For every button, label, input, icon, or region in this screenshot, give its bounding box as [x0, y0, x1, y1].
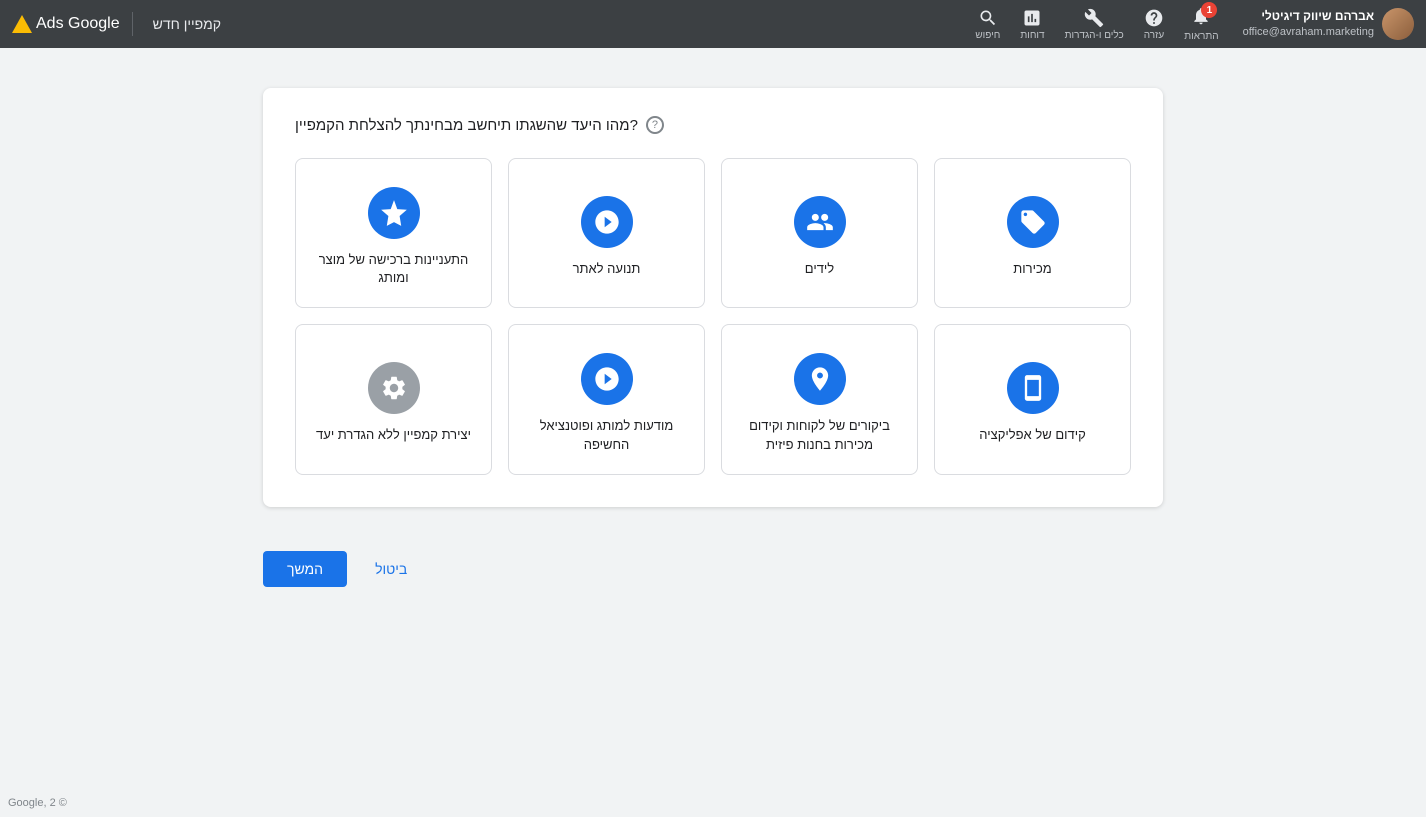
goal-card-website-traffic[interactable]: תנועה לאתר — [508, 158, 705, 308]
sparkles-icon — [593, 208, 621, 236]
sales-icon-circle — [1007, 196, 1059, 248]
notifications-label: התראות — [1184, 31, 1218, 42]
bottom-actions: המשך ביטול — [243, 551, 1183, 587]
avatar[interactable] — [1382, 8, 1414, 40]
notifications-icon-item[interactable]: 1 התראות — [1184, 6, 1218, 42]
wrench-icon — [1084, 8, 1104, 28]
goal-card-app-promotion[interactable]: קידום של אפליקציה — [934, 324, 1131, 474]
play-circle-icon — [593, 365, 621, 393]
goals-grid: מכירות לידים תנועה לאתר — [295, 158, 1131, 475]
gear-icon — [380, 374, 408, 402]
location-pin-icon — [806, 365, 834, 393]
star-burst-icon — [380, 199, 408, 227]
local-visits-label: ביקורים של לקוחות וקידום מכירות בחנות פי… — [738, 417, 901, 453]
card-question: ? ?מהו היעד שהשגתו תיחשב מבחינתך להצלחת … — [295, 116, 1131, 134]
leads-label: לידים — [805, 260, 834, 278]
top-navigation: אברהם שיווק דיגיטלי office@avraham.marke… — [0, 0, 1426, 48]
ads-triangle-icon — [12, 15, 32, 33]
main-content: ? ?מהו היעד שהשגתו תיחשב מבחינתך להצלחת … — [0, 48, 1426, 527]
goal-card-no-goal[interactable]: יצירת קמפיין ללא הגדרת יעד — [295, 324, 492, 474]
new-campaign-button[interactable]: קמפיין חדש — [145, 12, 229, 36]
brand-awareness-icon-circle — [581, 353, 633, 405]
website-traffic-icon-circle — [581, 196, 633, 248]
goal-card-local-visits[interactable]: ביקורים של לקוחות וקידום מכירות בחנות פי… — [721, 324, 918, 474]
mobile-icon — [1019, 374, 1047, 402]
search-icon-item[interactable]: חיפוש — [975, 8, 1000, 41]
continue-button[interactable]: המשך — [263, 551, 347, 587]
ads-google-text: Ads Google — [36, 15, 120, 33]
leads-icon-circle — [794, 196, 846, 248]
copyright-text: © Google, 2 — [8, 797, 67, 809]
nav-icons: 1 התראות עזרה כלים ו-הגדרות — [975, 6, 1218, 42]
help-label: עזרה — [1144, 30, 1164, 41]
bar-chart-icon — [1022, 8, 1042, 28]
user-info: אברהם שיווק דיגיטלי office@avraham.marke… — [1243, 8, 1374, 40]
goal-card-leads[interactable]: לידים — [721, 158, 918, 308]
goal-card-brand-awareness[interactable]: מודעות למותג ופוטנציאל החשיפה — [508, 324, 705, 474]
product-brand-label: התעניינות ברכישה של מוצר ומותג — [312, 251, 475, 287]
question-text: ?מהו היעד שהשגתו תיחשב מבחינתך להצלחת הק… — [295, 117, 638, 134]
help-icon-item[interactable]: עזרה — [1144, 8, 1164, 41]
goal-card-product-brand[interactable]: התעניינות ברכישה של מוצר ומותג — [295, 158, 492, 308]
sales-label: מכירות — [1013, 260, 1051, 278]
user-email: office@avraham.marketing — [1243, 25, 1374, 40]
help-circle-icon[interactable]: ? — [646, 116, 664, 134]
user-section: אברהם שיווק דיגיטלי office@avraham.marke… — [975, 6, 1414, 42]
website-traffic-label: תנועה לאתר — [573, 260, 641, 278]
search-label: חיפוש — [975, 30, 1000, 41]
no-goal-label: יצירת קמפיין ללא הגדרת יעד — [316, 426, 471, 444]
vertical-divider — [132, 12, 133, 36]
footer-copyright: © Google, 2 — [8, 797, 67, 809]
reports-label: דוחות — [1020, 30, 1044, 41]
user-name: אברהם שיווק דיגיטלי — [1243, 8, 1374, 25]
cancel-button[interactable]: ביטול — [359, 551, 423, 587]
local-visits-icon-circle — [794, 353, 846, 405]
tools-icon-item[interactable]: כלים ו-הגדרות — [1065, 8, 1124, 41]
reports-icon-item[interactable]: דוחות — [1020, 8, 1044, 41]
campaign-goal-card: ? ?מהו היעד שהשגתו תיחשב מבחינתך להצלחת … — [263, 88, 1163, 507]
google-ads-logo: Ads Google — [12, 15, 120, 33]
no-goal-icon-circle — [368, 362, 420, 414]
people-icon — [806, 208, 834, 236]
tools-label: כלים ו-הגדרות — [1065, 30, 1124, 41]
notification-badge: 1 — [1201, 2, 1217, 18]
goal-card-sales[interactable]: מכירות — [934, 158, 1131, 308]
app-promotion-icon-circle — [1007, 362, 1059, 414]
tag-icon — [1019, 208, 1047, 236]
product-brand-icon-circle — [368, 187, 420, 239]
topnav-right: קמפיין חדש Ads Google — [12, 12, 229, 36]
search-icon — [978, 8, 998, 28]
question-icon — [1144, 8, 1164, 28]
brand-awareness-label: מודעות למותג ופוטנציאל החשיפה — [525, 417, 688, 453]
app-promotion-label: קידום של אפליקציה — [979, 426, 1086, 444]
